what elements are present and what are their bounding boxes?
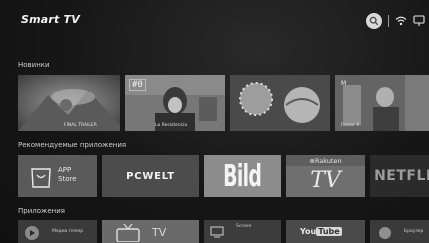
browser-icon	[379, 227, 391, 239]
section-title-installed: Приложения	[18, 207, 65, 215]
installed-apps-row: Медиа плеер TV Screen You Tube Браузер	[18, 220, 429, 243]
wifi-icon[interactable]	[395, 15, 407, 27]
app-label: Медиа плеер	[52, 229, 84, 234]
tv-icon	[116, 224, 140, 242]
app-tile-rakuten-tv[interactable]: ⊕Rakuten TV	[286, 155, 365, 197]
pcwelt-logo: PCWELT	[126, 170, 175, 182]
video-card[interactable]: M Factor X	[335, 75, 429, 131]
rakuten-tv-text: TV	[310, 168, 341, 193]
app-tile-tv[interactable]: TV	[102, 220, 199, 243]
video-card[interactable]: FINAL TRAILER	[18, 75, 120, 131]
channel-badge: #0	[129, 79, 146, 91]
app-tile-media-player[interactable]: Медиа плеер	[18, 220, 97, 243]
app-label: Screen	[236, 224, 252, 229]
app-tile-browser[interactable]: Браузер	[370, 220, 429, 243]
new-videos-row: FINAL TRAILER #0 La Resistencia M Factor…	[18, 75, 429, 131]
app-store-label: APP Store	[58, 166, 77, 183]
search-button[interactable]	[366, 13, 382, 29]
video-card[interactable]: #0 La Resistencia	[125, 75, 225, 131]
video-card[interactable]	[230, 75, 330, 131]
section-title-new: Новинки	[18, 61, 50, 69]
app-tile-pcwelt[interactable]: PCWELT	[102, 155, 199, 197]
section-title-recommended: Рекомендуемые приложения	[18, 141, 127, 149]
app-tile-app-store[interactable]: APP Store	[18, 155, 97, 197]
app-tile-youtube[interactable]: You Tube	[286, 220, 365, 243]
media-player-icon	[25, 226, 39, 240]
bild-logo: Bild	[223, 158, 262, 194]
header-icons	[366, 10, 425, 32]
tv-home-screen: Smart TV Новинки FINAL TRAILER #0 La Res…	[0, 0, 429, 243]
youtube-logo: You Tube	[300, 227, 342, 236]
video-caption: FINAL TRAILER	[64, 123, 97, 128]
recommended-apps-row: APP Store PCWELT Bild ⊕Rakuten TV NETFLI…	[18, 155, 429, 197]
app-label: TV	[152, 226, 167, 239]
input-source-icon[interactable]	[413, 15, 425, 27]
channel-badge: M	[341, 80, 347, 87]
search-icon	[369, 16, 379, 26]
app-label: Браузер	[404, 229, 424, 234]
video-thumbnail	[230, 75, 330, 131]
video-caption: La Resistencia	[155, 123, 188, 128]
netflix-logo: NETFLIX	[374, 168, 429, 184]
screen-mirror-icon	[210, 226, 224, 238]
rakuten-logo: ⊕Rakuten	[286, 155, 365, 166]
brand-logo: Smart TV	[21, 13, 80, 26]
app-tile-screen[interactable]: Screen	[204, 220, 281, 243]
shopping-bag-icon	[31, 168, 51, 188]
app-tile-bild[interactable]: Bild	[204, 155, 281, 197]
header-divider	[388, 15, 389, 27]
video-caption: Factor X	[341, 123, 360, 128]
app-tile-netflix[interactable]: NETFLIX	[370, 155, 429, 197]
